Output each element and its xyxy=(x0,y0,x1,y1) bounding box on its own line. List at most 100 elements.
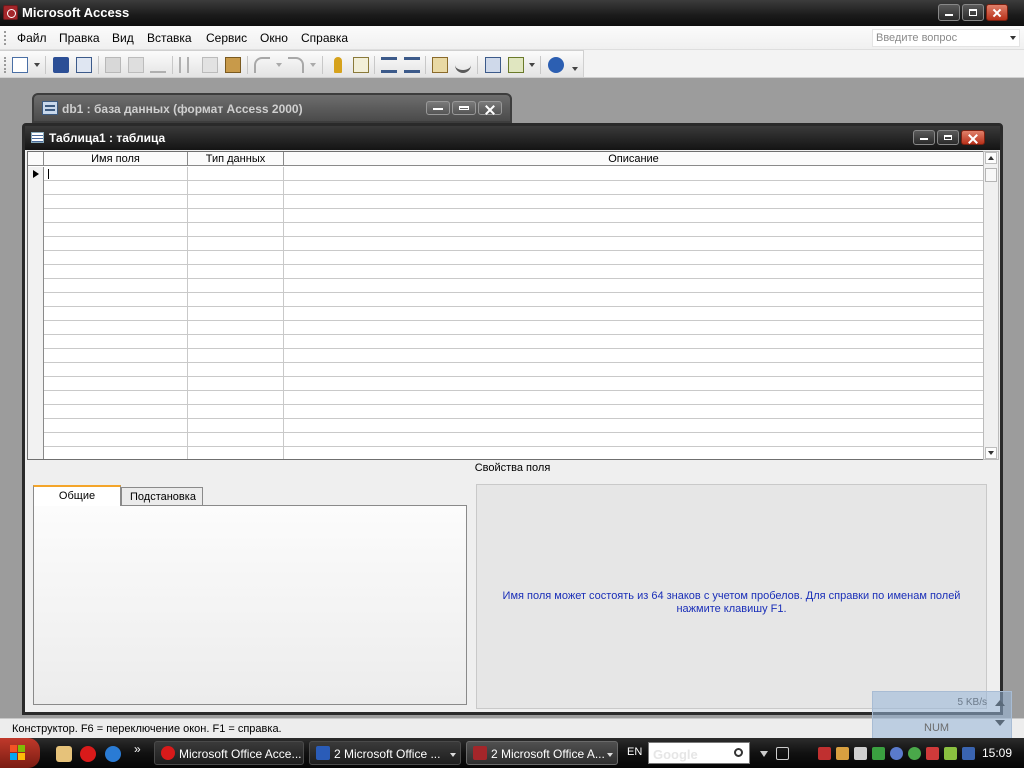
db-close-button[interactable] xyxy=(478,101,502,115)
data-type-cell[interactable] xyxy=(188,377,284,391)
tab-general[interactable]: Общие xyxy=(33,485,121,506)
undo-icon[interactable] xyxy=(254,57,270,73)
google-search-box[interactable]: Google xyxy=(648,742,750,764)
row-selector[interactable] xyxy=(28,335,44,349)
menu-grip[interactable] xyxy=(4,31,7,45)
view-icon[interactable] xyxy=(12,57,28,73)
field-name-cell[interactable] xyxy=(44,293,188,307)
paste-icon[interactable] xyxy=(225,57,241,73)
field-row[interactable] xyxy=(28,363,996,377)
primary-key-icon[interactable] xyxy=(334,57,342,73)
row-selector[interactable] xyxy=(28,391,44,405)
row-selector[interactable] xyxy=(28,251,44,265)
field-name-cell[interactable] xyxy=(44,195,188,209)
data-type-cell[interactable] xyxy=(188,321,284,335)
new-object-icon[interactable] xyxy=(508,57,524,73)
taskbar-button-access-group[interactable]: 2 Microsoft Office A... xyxy=(466,741,618,765)
print-preview-icon[interactable] xyxy=(128,57,144,73)
indexes-icon[interactable] xyxy=(353,57,369,73)
field-name-cell[interactable] xyxy=(44,167,188,181)
data-type-cell[interactable] xyxy=(188,195,284,209)
chevron-down-icon[interactable] xyxy=(1010,36,1016,40)
cut-icon[interactable] xyxy=(179,57,189,73)
properties-icon[interactable] xyxy=(432,57,448,73)
opera-icon[interactable] xyxy=(80,746,96,762)
field-name-cell[interactable] xyxy=(44,377,188,391)
taskbar-clock[interactable]: 15:09 xyxy=(982,746,1012,760)
field-row[interactable] xyxy=(28,321,996,335)
field-row[interactable] xyxy=(28,237,996,251)
field-row[interactable] xyxy=(28,307,996,321)
build-icon[interactable] xyxy=(455,57,471,73)
row-selector[interactable] xyxy=(28,181,44,195)
tray-antivirus-icon[interactable] xyxy=(890,747,903,760)
row-selector[interactable] xyxy=(28,307,44,321)
grid-vertical-scrollbar[interactable] xyxy=(983,151,999,460)
data-type-cell[interactable] xyxy=(188,349,284,363)
field-name-cell[interactable] xyxy=(44,447,188,459)
table-maximize-button[interactable] xyxy=(937,130,959,145)
insert-rows-icon[interactable] xyxy=(381,57,397,73)
row-selector[interactable] xyxy=(28,405,44,419)
save-icon[interactable] xyxy=(53,57,69,73)
field-row[interactable] xyxy=(28,419,996,433)
data-type-cell[interactable] xyxy=(188,419,284,433)
field-name-cell[interactable] xyxy=(44,223,188,237)
internet-explorer-icon[interactable] xyxy=(105,746,121,762)
field-row[interactable] xyxy=(28,265,996,279)
row-selector[interactable] xyxy=(28,223,44,237)
spelling-icon[interactable] xyxy=(150,57,166,73)
view-dropdown-icon[interactable] xyxy=(34,63,40,67)
column-header-field-name[interactable]: Имя поля xyxy=(44,152,188,166)
data-type-cell[interactable] xyxy=(188,223,284,237)
search-options-icon[interactable] xyxy=(760,751,768,757)
field-name-cell[interactable] xyxy=(44,265,188,279)
field-name-cell[interactable] xyxy=(44,419,188,433)
field-name-cell[interactable] xyxy=(44,237,188,251)
data-type-cell[interactable] xyxy=(188,251,284,265)
row-selector[interactable] xyxy=(28,349,44,363)
data-type-cell[interactable] xyxy=(188,167,284,181)
field-row[interactable] xyxy=(28,293,996,307)
table-close-button[interactable] xyxy=(961,130,985,145)
field-name-cell[interactable] xyxy=(44,433,188,447)
delete-rows-icon[interactable] xyxy=(404,57,420,73)
data-type-cell[interactable] xyxy=(188,293,284,307)
db-maximize-button[interactable] xyxy=(452,101,476,115)
data-type-cell[interactable] xyxy=(188,209,284,223)
copy-icon[interactable] xyxy=(202,57,218,73)
redo-icon[interactable] xyxy=(288,57,304,73)
data-type-cell[interactable] xyxy=(188,335,284,349)
scroll-down-icon[interactable] xyxy=(985,447,997,459)
field-row[interactable] xyxy=(28,447,996,459)
data-type-cell[interactable] xyxy=(188,181,284,195)
field-row[interactable] xyxy=(28,167,996,181)
help-icon[interactable] xyxy=(548,57,564,73)
data-type-cell[interactable] xyxy=(188,447,284,459)
data-type-cell[interactable] xyxy=(188,405,284,419)
app-title-bar[interactable]: Microsoft Access xyxy=(0,0,1024,26)
menu-file[interactable]: Файл xyxy=(17,31,47,45)
desktop-icon[interactable] xyxy=(776,747,789,760)
row-selector[interactable] xyxy=(28,167,44,181)
field-name-cell[interactable] xyxy=(44,251,188,265)
toolbar-options-icon[interactable] xyxy=(572,67,578,71)
access-app-icon[interactable] xyxy=(3,5,18,20)
row-selector[interactable] xyxy=(28,265,44,279)
menu-window[interactable]: Окно xyxy=(260,31,288,45)
field-name-cell[interactable] xyxy=(44,335,188,349)
menu-view[interactable]: Вид xyxy=(112,31,134,45)
row-selector[interactable] xyxy=(28,195,44,209)
scroll-thumb[interactable] xyxy=(985,168,997,182)
field-name-cell[interactable] xyxy=(44,181,188,195)
restore-button[interactable] xyxy=(962,4,984,21)
field-name-cell[interactable] xyxy=(44,363,188,377)
data-type-cell[interactable] xyxy=(188,279,284,293)
field-row[interactable] xyxy=(28,251,996,265)
undo-dropdown-icon[interactable] xyxy=(276,63,282,67)
taskbar-button-word-group[interactable]: 2 Microsoft Office ... xyxy=(309,741,461,765)
data-type-cell[interactable] xyxy=(188,391,284,405)
row-selector[interactable] xyxy=(28,209,44,223)
scroll-up-icon[interactable] xyxy=(985,152,997,164)
field-name-cell[interactable] xyxy=(44,307,188,321)
